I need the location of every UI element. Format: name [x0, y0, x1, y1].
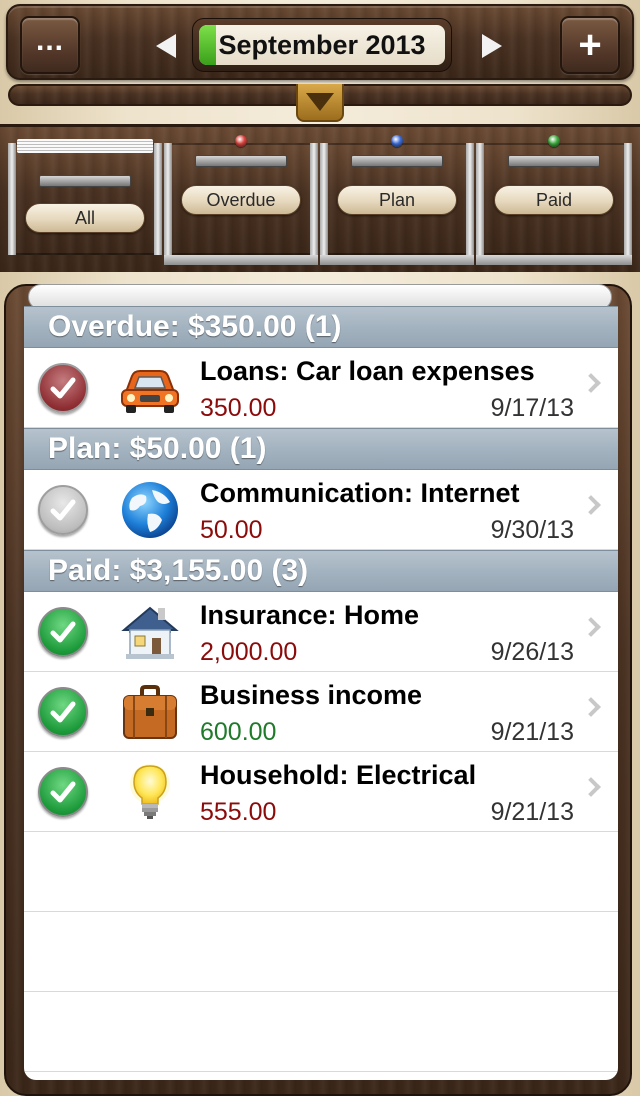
- chevron-down-icon: [306, 93, 334, 111]
- empty-row: [24, 832, 618, 912]
- drawer-paid[interactable]: Paid: [476, 135, 632, 265]
- drawer-frame: [310, 143, 318, 255]
- transaction-row[interactable]: Household: Electrical 555.00 9/21/13: [24, 752, 618, 832]
- transaction-row[interactable]: Loans: Car loan expenses 350.00 9/17/13: [24, 348, 618, 428]
- drawer-frame: [8, 143, 16, 255]
- collapse-toggle[interactable]: [296, 84, 344, 122]
- drawer-color-dot: [235, 135, 247, 147]
- month-selector[interactable]: September 2013: [192, 18, 452, 72]
- month-title: September 2013: [218, 29, 426, 60]
- drawer-frame: [624, 143, 632, 255]
- next-month-arrow-icon[interactable]: [482, 34, 502, 58]
- chevron-right-icon[interactable]: [581, 777, 601, 797]
- drawer-label-slot: [508, 155, 600, 167]
- more-button[interactable]: ...: [20, 16, 80, 74]
- drawer-all[interactable]: All: [8, 139, 162, 255]
- filter-drawers: All Overdue Plan Paid: [0, 124, 640, 272]
- papers-stack: [17, 139, 153, 153]
- transaction-title: Business income: [200, 680, 423, 710]
- section-header: Plan: $50.00 (1): [24, 428, 618, 470]
- drawer-plan[interactable]: Plan: [320, 135, 474, 265]
- transaction-date: 9/17/13: [490, 394, 574, 422]
- drawer-frame: [476, 143, 484, 255]
- section-header: Overdue: $350.00 (1): [24, 306, 618, 348]
- transaction-title: Communication: Internet: [200, 478, 520, 508]
- transaction-date: 9/26/13: [490, 638, 574, 666]
- previous-month-arrow-icon[interactable]: [156, 34, 176, 58]
- drawer-all-button[interactable]: All: [25, 203, 145, 233]
- house-icon: [118, 602, 182, 662]
- drawer-rail: [476, 255, 632, 265]
- drawer-frame: [466, 143, 474, 255]
- transaction-row[interactable]: Business income 600.00 9/21/13: [24, 672, 618, 752]
- transaction-amount: 2,000.00: [200, 638, 298, 666]
- drawer-paid-button[interactable]: Paid: [494, 185, 614, 215]
- drawer-frame: [164, 143, 172, 255]
- add-button[interactable]: +: [560, 16, 620, 74]
- transaction-title: Household: Electrical: [200, 760, 477, 790]
- transaction-row[interactable]: Communication: Internet 50.00 9/30/13: [24, 470, 618, 550]
- status-check-icon[interactable]: [38, 687, 88, 737]
- drawer-color-dot: [548, 135, 560, 147]
- briefcase-icon: [118, 682, 182, 742]
- status-check-icon[interactable]: [38, 363, 88, 413]
- drawer-rail: [320, 255, 474, 265]
- transactions-list[interactable]: Overdue: $350.00 (1) Loans: Car loan expe…: [24, 306, 618, 1080]
- car-icon: [118, 358, 182, 418]
- transaction-row[interactable]: Insurance: Home 2,000.00 9/26/13: [24, 592, 618, 672]
- drawer-rail: [164, 255, 318, 265]
- status-check-icon[interactable]: [38, 767, 88, 817]
- month-label-box: September 2013: [199, 25, 445, 65]
- transaction-amount: 600.00: [200, 718, 277, 746]
- transaction-amount: 50.00: [200, 516, 263, 544]
- lightbulb-icon: [118, 762, 182, 822]
- transaction-date: 9/30/13: [490, 516, 574, 544]
- transaction-title: Insurance: Home: [200, 600, 420, 630]
- chevron-right-icon[interactable]: [581, 697, 601, 717]
- drawer-overdue[interactable]: Overdue: [164, 135, 318, 265]
- status-check-icon[interactable]: [38, 485, 88, 535]
- transaction-date: 9/21/13: [490, 798, 574, 826]
- status-check-icon[interactable]: [38, 607, 88, 657]
- drawer-label-slot: [39, 175, 131, 187]
- drawer-label-slot: [351, 155, 443, 167]
- drawer-label-slot: [195, 155, 287, 167]
- globe-icon: [118, 480, 182, 540]
- month-progress-indicator: [199, 25, 217, 65]
- drawer-frame: [320, 143, 328, 255]
- drawer-overdue-button[interactable]: Overdue: [181, 185, 301, 215]
- empty-row: [24, 992, 618, 1072]
- section-header: Paid: $3,155.00 (3): [24, 550, 618, 592]
- transaction-amount: 350.00: [200, 394, 277, 422]
- chevron-right-icon[interactable]: [581, 373, 601, 393]
- chevron-right-icon[interactable]: [581, 617, 601, 637]
- transaction-amount: 555.00: [200, 798, 277, 826]
- drawer-color-dot: [391, 135, 403, 147]
- top-toolbar: ... September 2013 +: [6, 4, 634, 80]
- drawer-plan-button[interactable]: Plan: [337, 185, 457, 215]
- transaction-date: 9/21/13: [490, 718, 574, 746]
- transaction-title: Loans: Car loan expenses: [200, 356, 535, 386]
- empty-row: [24, 912, 618, 992]
- drawer-frame: [154, 143, 162, 255]
- chevron-right-icon[interactable]: [581, 495, 601, 515]
